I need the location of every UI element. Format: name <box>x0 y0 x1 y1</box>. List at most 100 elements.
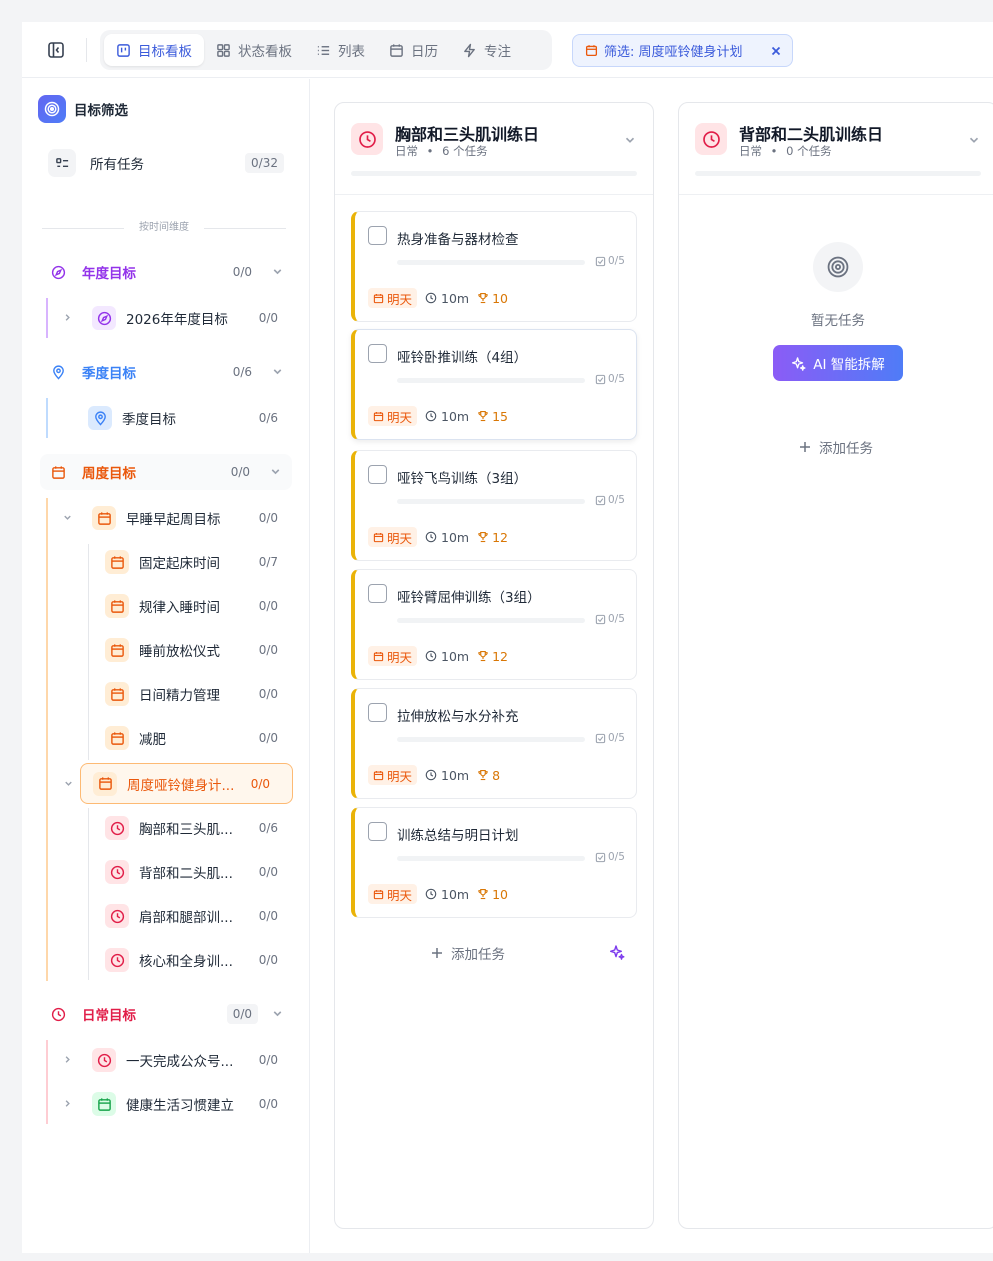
daily-tree-line <box>46 1040 48 1124</box>
tab-label: 专注 <box>484 44 511 60</box>
task-card[interactable]: 哑铃卧推训练（4组） 0/5 明天 10m 15 <box>351 329 637 440</box>
target-icon <box>38 95 66 123</box>
tree-item-label: 核心和全身训... <box>139 954 233 970</box>
duration: 10m <box>425 291 469 306</box>
points: 10 <box>477 887 508 902</box>
all-tasks-item[interactable]: 所有任务 0/32 <box>48 148 288 178</box>
due-badge: 明天 <box>368 765 418 785</box>
chevron-right-icon[interactable] <box>62 1098 73 1109</box>
task-checkbox[interactable] <box>368 465 387 484</box>
quarterly-tree-line <box>46 398 48 438</box>
due-badge: 明天 <box>368 288 418 308</box>
calendar-icon <box>105 682 129 706</box>
chevron-right-icon[interactable] <box>62 312 73 323</box>
tree-item-label: 周度哑铃健身计... <box>127 777 235 794</box>
checkbox-icon <box>595 495 606 505</box>
goal-column-back-biceps: 背部和二头肌训练日 日常 • 0 个任务 暂无任务 AI 智能拆解 添加任务 <box>678 102 993 1229</box>
ai-breakdown-button[interactable]: AI 智能拆解 <box>773 345 903 381</box>
chevron-down-icon[interactable] <box>269 465 282 478</box>
task-card[interactable]: 哑铃飞鸟训练（3组） 0/5 明天 10m 12 <box>351 450 637 561</box>
section-annual-goals[interactable]: 年度目标 0/0 <box>46 254 290 290</box>
calendar-icon <box>373 293 384 303</box>
close-icon[interactable] <box>770 45 782 57</box>
all-tasks-count: 0/32 <box>245 153 284 173</box>
chevron-down-icon[interactable] <box>63 778 74 789</box>
add-task-button[interactable]: 添加任务 <box>799 437 873 457</box>
calendar-icon <box>92 506 116 530</box>
chevron-down-icon[interactable] <box>271 265 284 278</box>
tree-item-annual-2026[interactable]: 2026年年度目标 0/0 <box>62 300 288 336</box>
annual-tree-line <box>46 298 48 338</box>
tab-list[interactable]: 列表 <box>304 34 377 66</box>
task-checkbox[interactable] <box>368 822 387 841</box>
tree-item-energy[interactable]: 日间精力管理 0/0 <box>105 676 288 712</box>
tree-item-relax-ritual[interactable]: 睡前放松仪式 0/0 <box>105 632 288 668</box>
tab-goal-board[interactable]: 目标看板 <box>104 34 204 66</box>
task-card[interactable]: 训练总结与明日计划 0/5 明天 10m 10 <box>351 807 637 918</box>
task-card[interactable]: 哑铃臂屈伸训练（3组） 0/5 明天 10m 12 <box>351 569 637 680</box>
column-title: 背部和二头肌训练日 <box>739 125 884 144</box>
section-label: 日常目标 <box>82 1008 136 1024</box>
task-checkbox[interactable] <box>368 703 387 722</box>
column-type: 日常 <box>739 144 762 158</box>
sparkle-icon[interactable] <box>609 944 625 960</box>
points: 8 <box>477 768 500 783</box>
calendar-icon <box>373 411 384 421</box>
tab-label: 日历 <box>411 44 438 60</box>
sidebar-toggle-icon[interactable] <box>42 36 70 64</box>
tree-item-label: 季度目标 <box>122 412 176 428</box>
task-checkbox[interactable] <box>368 584 387 603</box>
column-type: 日常 <box>395 144 418 158</box>
tree-item-count: 0/0 <box>258 599 278 613</box>
section-count: 0/0 <box>232 265 252 279</box>
points: 12 <box>477 530 508 545</box>
task-card[interactable]: 热身准备与器材检查 0/5 明天 10m 10 <box>351 211 637 322</box>
points: 10 <box>477 291 508 306</box>
points: 12 <box>477 649 508 664</box>
tree-item-quarterly[interactable]: 季度目标 0/6 <box>88 400 288 436</box>
section-label: 年度目标 <box>82 266 136 282</box>
chevron-down-icon[interactable] <box>623 133 637 147</box>
tree-item-wechat-article[interactable]: 一天完成公众号... 0/0 <box>62 1042 288 1078</box>
tree-item-sleep-goal[interactable]: 早睡早起周目标 0/0 <box>62 500 288 536</box>
all-tasks-label: 所有任务 <box>90 157 144 173</box>
tree-item-count: 0/0 <box>258 953 278 967</box>
tree-item-shoulder-day[interactable]: 肩部和腿部训... 0/0 <box>105 898 288 934</box>
add-task-button[interactable]: 添加任务 <box>431 943 505 963</box>
tree-item-fitness-goal[interactable]: 周度哑铃健身计... 0/0 <box>65 763 293 804</box>
subtask-count: 0/5 <box>595 373 625 385</box>
tab-calendar[interactable]: 日历 <box>377 34 450 66</box>
chevron-down-icon[interactable] <box>62 512 73 523</box>
tree-item-back-day[interactable]: 背部和二头肌... 0/0 <box>105 854 288 890</box>
tree-item-core-day[interactable]: 核心和全身训... 0/0 <box>105 942 288 978</box>
app-window: 目标看板 状态看板 列表 日历 专注 筛选: 周度哑铃健身计划 目标筛选 所有任… <box>22 22 993 1253</box>
calendar-icon <box>105 594 129 618</box>
tree-item-wake-time[interactable]: 固定起床时间 0/7 <box>105 544 288 580</box>
column-header: 胸部和三头肌训练日 日常 • 6 个任务 <box>335 103 653 195</box>
section-daily-goals[interactable]: 日常目标 0/0 <box>46 996 290 1032</box>
task-card[interactable]: 拉伸放松与水分补充 0/5 明天 10m 8 <box>351 688 637 799</box>
section-weekly-goals[interactable]: 周度目标 0/0 <box>40 454 292 490</box>
task-checkbox[interactable] <box>368 344 387 363</box>
active-filter-chip[interactable]: 筛选: 周度哑铃健身计划 <box>572 34 793 67</box>
tab-status-board[interactable]: 状态看板 <box>204 34 304 66</box>
goal-column-chest-triceps: 胸部和三头肌训练日 日常 • 6 个任务 热身准备与器材检查 0/5 明天 10… <box>334 102 654 1229</box>
chevron-down-icon[interactable] <box>967 133 981 147</box>
task-meta: 明天 10m 12 <box>368 527 508 547</box>
chevron-right-icon[interactable] <box>62 1054 73 1065</box>
trophy-icon <box>478 410 488 422</box>
task-title: 拉伸放松与水分补充 <box>397 709 519 725</box>
tab-focus[interactable]: 专注 <box>450 34 523 66</box>
tree-item-healthy-habits[interactable]: 健康生活习惯建立 0/0 <box>62 1086 288 1122</box>
tree-item-bed-time[interactable]: 规律入睡时间 0/0 <box>105 588 288 624</box>
calendar-icon <box>373 651 384 661</box>
tree-item-count: 0/0 <box>258 865 278 879</box>
section-quarterly-goals[interactable]: 季度目标 0/6 <box>46 354 290 390</box>
location-pin-icon <box>88 406 112 430</box>
task-checkbox[interactable] <box>368 226 387 245</box>
chevron-down-icon[interactable] <box>271 1007 284 1020</box>
chevron-down-icon[interactable] <box>271 365 284 378</box>
column-title: 胸部和三头肌训练日 <box>395 125 540 144</box>
tree-item-weight-loss[interactable]: 减肥 0/0 <box>105 720 288 756</box>
tree-item-chest-day[interactable]: 胸部和三头肌... 0/6 <box>105 810 288 846</box>
